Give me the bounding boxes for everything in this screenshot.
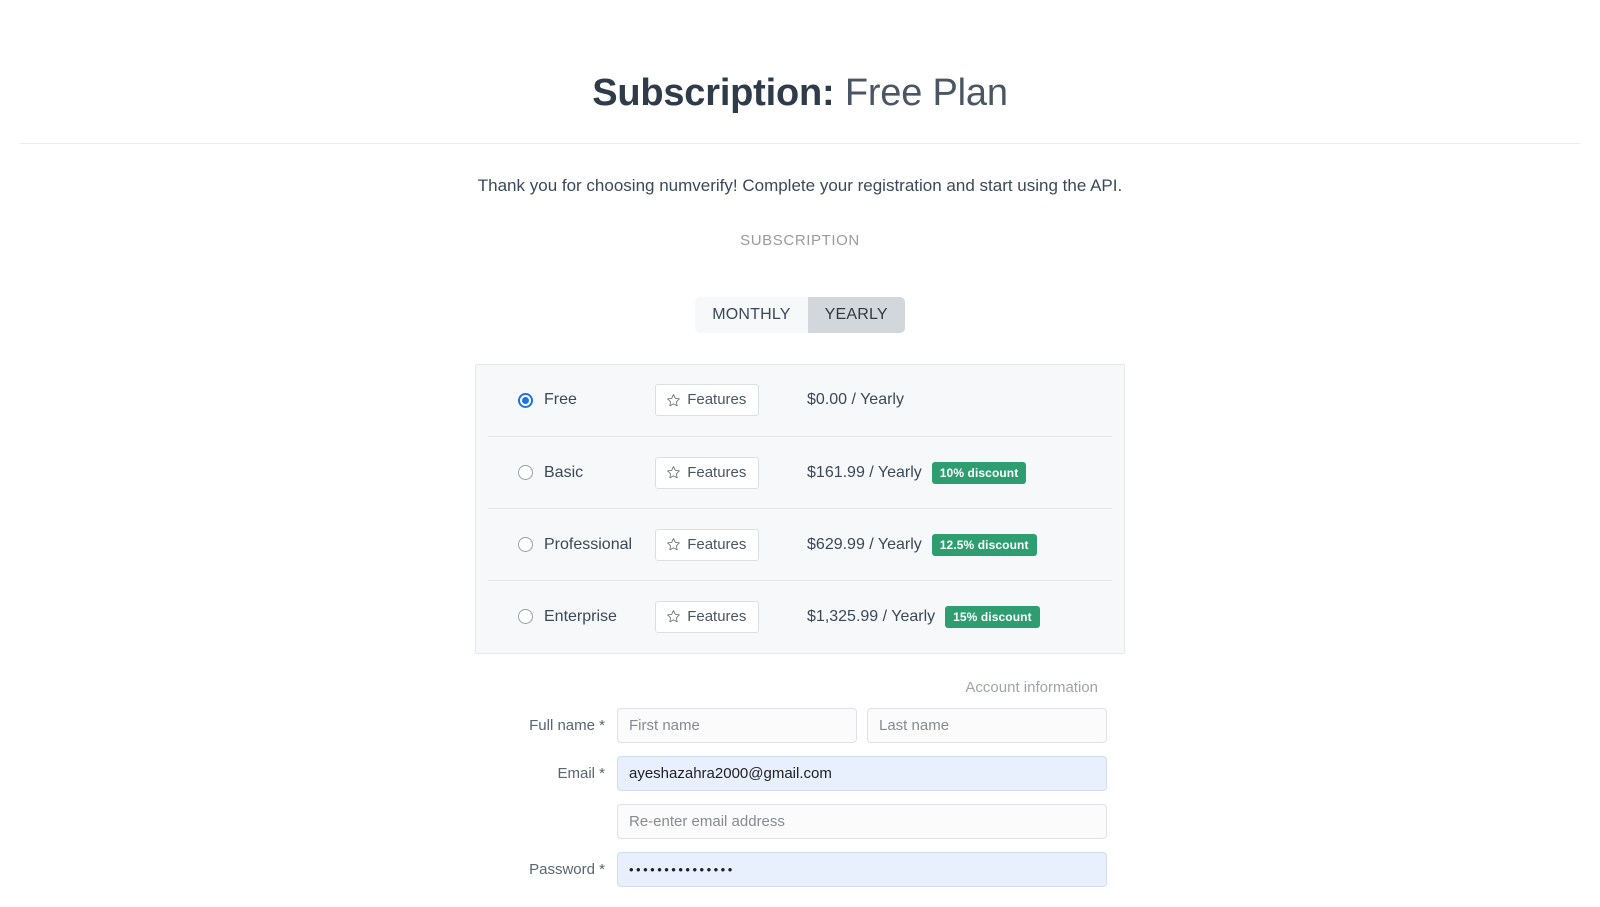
plan-label-professional: Professional xyxy=(544,535,633,553)
plan-spacer-cell xyxy=(1080,364,1112,437)
features-button-label: Features xyxy=(687,463,747,481)
plan-label-basic: Basic xyxy=(544,463,584,481)
billing-toggle: MONTHLY YEARLY xyxy=(0,296,1600,333)
plan-price-enterprise: $1,325.99 / Yearly xyxy=(807,607,936,625)
plan-price-group: $1,325.99 / Yearly 15% discount xyxy=(807,605,1081,628)
email-label: Email * xyxy=(557,764,605,782)
features-button-basic[interactable]: Features xyxy=(655,456,760,489)
last-name-input[interactable] xyxy=(867,707,1107,743)
plan-radio-professional[interactable] xyxy=(518,537,533,552)
plan-radio-basic[interactable] xyxy=(518,465,533,480)
plan-price-free: $0.00 / Yearly xyxy=(807,391,904,409)
features-button-free[interactable]: Features xyxy=(655,384,760,417)
plan-price-cell: $0.00 / Yearly xyxy=(789,364,1081,437)
page-title: Subscription: Free Plan xyxy=(0,25,1600,117)
plan-radio-free[interactable] xyxy=(518,392,533,408)
plan-name-cell: Free xyxy=(488,364,656,437)
password-input[interactable]: ••••••••••••••• xyxy=(617,851,1107,887)
plan-name-cell: Professional xyxy=(488,508,656,581)
discount-badge-professional: 12.5% discount xyxy=(931,533,1037,556)
password-label: Password * xyxy=(529,860,605,878)
full-name-label: Full name * xyxy=(529,716,605,734)
subscription-section-label: SUBSCRIPTION xyxy=(740,231,860,249)
email-input[interactable] xyxy=(617,755,1107,791)
star-icon xyxy=(667,466,680,479)
discount-badge-basic: 10% discount xyxy=(931,461,1027,484)
email-confirm-row xyxy=(475,803,1125,839)
plan-label-enterprise: Enterprise xyxy=(544,607,617,625)
plan-name-group: Professional xyxy=(518,536,655,554)
plan-spacer-cell xyxy=(1081,581,1112,653)
plan-name-group: Enterprise xyxy=(518,608,655,626)
star-icon xyxy=(667,393,680,406)
plan-name-group: Basic xyxy=(518,464,655,482)
billing-toggle-group: MONTHLY YEARLY xyxy=(695,296,905,333)
plan-name-cell: Basic xyxy=(488,436,656,509)
features-button-professional[interactable]: Features xyxy=(655,528,760,561)
title-divider xyxy=(20,142,1580,144)
email-confirm-input[interactable] xyxy=(617,803,1107,839)
plans-table: Free Features $0.00 / Yearly Basic Featu… xyxy=(488,364,1112,653)
plan-price-group: $0.00 / Yearly xyxy=(807,391,1081,409)
star-icon xyxy=(667,610,680,623)
plan-price-cell: $629.99 / Yearly 12.5% discount xyxy=(789,508,1081,581)
plan-features-cell: Features xyxy=(655,508,790,581)
plan-spacer-cell xyxy=(1080,508,1112,581)
page-title-plan: Free Plan xyxy=(844,72,1008,115)
plans-table-body: Free Features $0.00 / Yearly Basic Featu… xyxy=(488,364,1112,653)
first-name-input[interactable] xyxy=(617,707,857,743)
billing-toggle-monthly[interactable]: MONTHLY xyxy=(695,296,808,333)
plan-price-basic: $161.99 / Yearly xyxy=(807,463,922,481)
plan-radio-enterprise[interactable] xyxy=(518,609,533,625)
account-form-section: Account information Full name * Email * … xyxy=(0,654,1600,900)
intro-text: Thank you for choosing numverify! Comple… xyxy=(477,175,1123,195)
plans-section: Free Features $0.00 / Yearly Basic Featu… xyxy=(0,363,1600,654)
table-row[interactable]: Professional Features $629.99 / Yearly 1… xyxy=(488,508,1112,581)
full-name-row: Full name * xyxy=(475,707,1125,743)
plan-features-cell: Features xyxy=(655,436,790,509)
account-form: Account information Full name * Email * … xyxy=(475,679,1125,900)
plan-price-group: $629.99 / Yearly 12.5% discount xyxy=(807,533,1081,556)
features-button-label: Features xyxy=(687,391,747,409)
page-title-strong: Subscription: xyxy=(592,72,835,115)
plan-price-professional: $629.99 / Yearly xyxy=(807,535,922,553)
plan-price-group: $161.99 / Yearly 10% discount xyxy=(807,461,1081,484)
subscription-page: Subscription: Free Plan Thank you for ch… xyxy=(0,25,1600,907)
features-button-label: Features xyxy=(687,535,747,553)
table-row[interactable]: Enterprise Features $1,325.99 / Yearly 1… xyxy=(488,581,1112,653)
billing-toggle-yearly[interactable]: YEARLY xyxy=(807,296,905,333)
plan-price-cell: $161.99 / Yearly 10% discount xyxy=(789,436,1081,509)
plan-label-free: Free xyxy=(544,391,577,409)
star-icon xyxy=(667,538,680,551)
plan-name-cell: Enterprise xyxy=(488,581,655,653)
plan-price-cell: $1,325.99 / Yearly 15% discount xyxy=(789,581,1081,653)
discount-badge-enterprise: 15% discount xyxy=(945,605,1040,628)
email-row: Email * xyxy=(475,755,1125,791)
features-button-enterprise[interactable]: Features xyxy=(655,600,760,633)
plan-features-cell: Features xyxy=(655,581,789,653)
plans-panel: Free Features $0.00 / Yearly Basic Featu… xyxy=(475,363,1125,654)
plan-spacer-cell xyxy=(1080,436,1112,509)
table-row[interactable]: Free Features $0.00 / Yearly xyxy=(488,364,1112,437)
features-button-label: Features xyxy=(687,607,747,625)
table-row[interactable]: Basic Features $161.99 / Yearly 10% disc… xyxy=(488,436,1112,509)
plan-name-group: Free xyxy=(518,391,655,409)
password-row: Password * ••••••••••••••• xyxy=(475,851,1125,887)
plan-features-cell: Features xyxy=(655,364,790,437)
account-information-heading: Account information xyxy=(965,678,1098,696)
